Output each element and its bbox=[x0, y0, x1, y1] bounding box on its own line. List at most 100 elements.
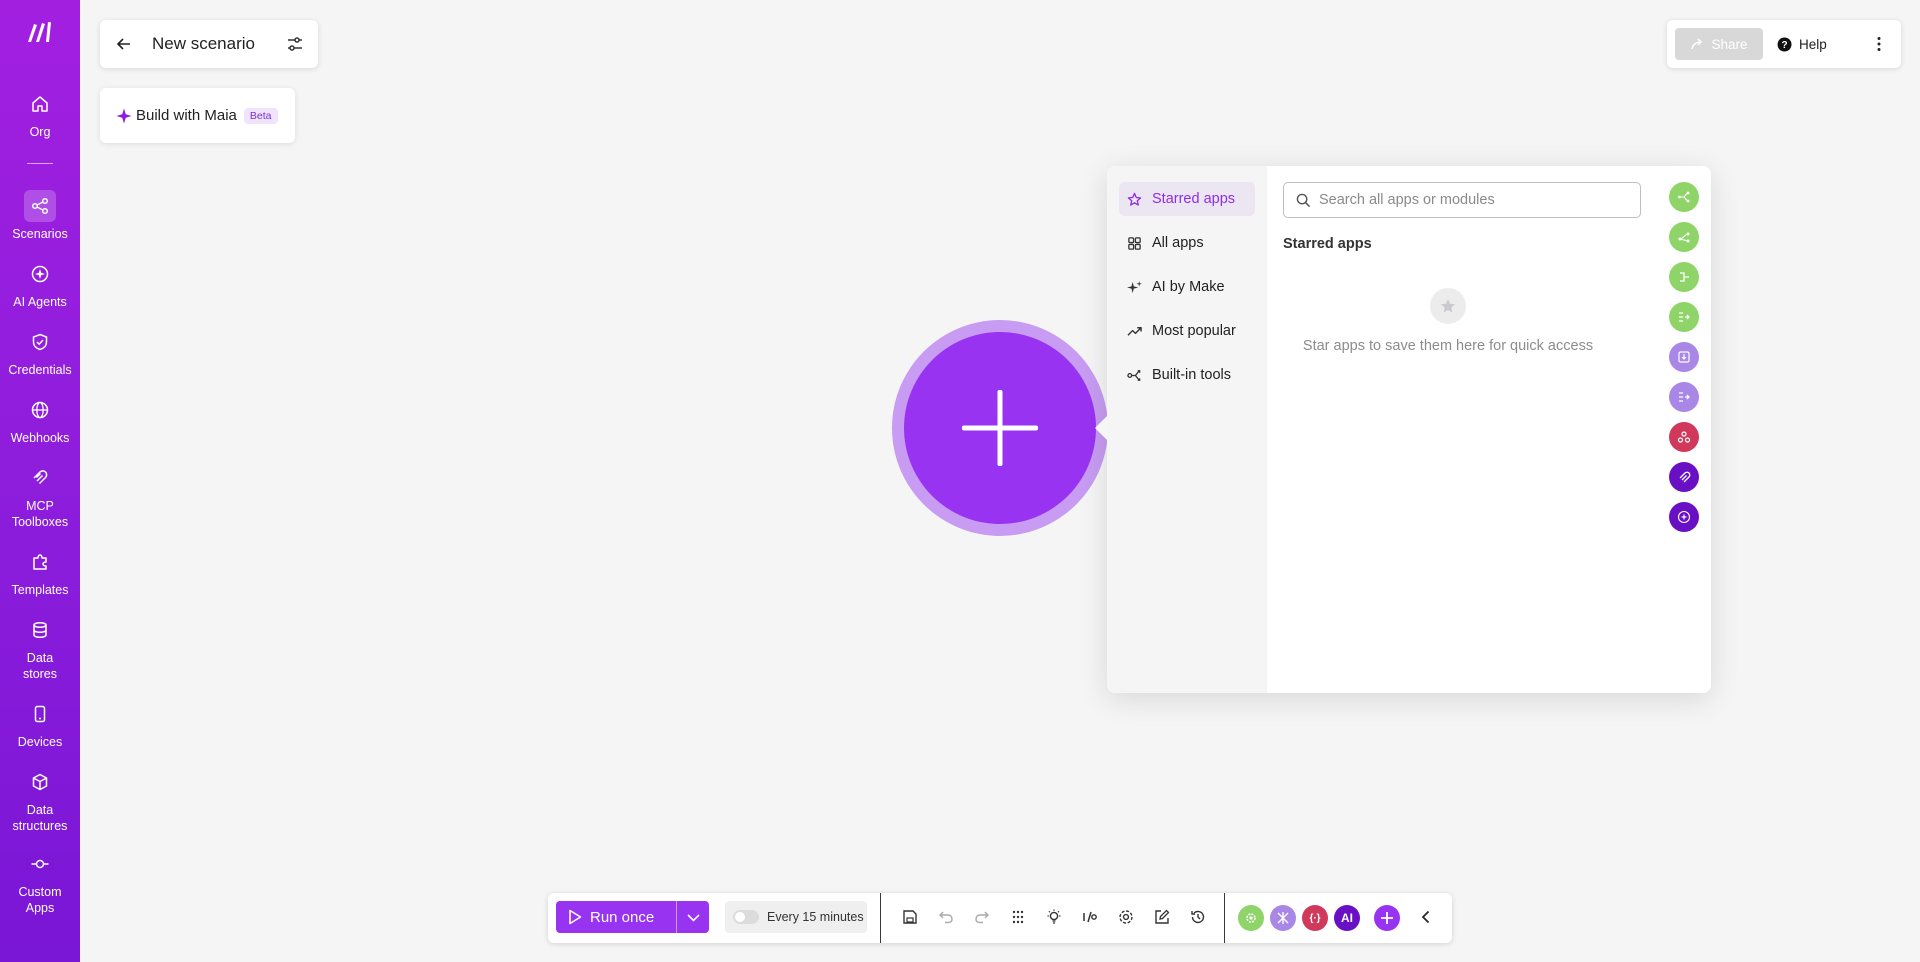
sidebar-item-scenarios[interactable]: Scenarios bbox=[0, 190, 80, 242]
history-button[interactable] bbox=[1187, 906, 1209, 928]
sidebar-item-label: Webhooks bbox=[10, 431, 70, 445]
share-button[interactable]: Share bbox=[1675, 28, 1763, 60]
tool-flow-control[interactable] bbox=[1669, 222, 1699, 252]
tool-text-parser[interactable] bbox=[1669, 382, 1699, 412]
phone-icon bbox=[24, 698, 56, 730]
notes-button[interactable] bbox=[1151, 906, 1173, 928]
tool-router[interactable] bbox=[1669, 182, 1699, 212]
app-category-list: Starred apps All apps AI by Make Most po… bbox=[1107, 166, 1267, 693]
trend-icon bbox=[1127, 326, 1142, 336]
category-ai-by-make[interactable]: AI by Make bbox=[1119, 270, 1255, 304]
sidebar-item-label: Org bbox=[29, 125, 51, 139]
app-search-input[interactable] bbox=[1319, 192, 1619, 208]
quick-app-json[interactable]: {·} bbox=[1302, 905, 1328, 931]
toolbar-divider bbox=[1224, 893, 1225, 943]
undo-icon bbox=[939, 911, 953, 924]
align-button[interactable] bbox=[1007, 906, 1029, 928]
bottom-toolbar: Run once Every 15 minutes {·} AI bbox=[548, 893, 1452, 943]
sidebar-item-label: Templates bbox=[11, 583, 69, 597]
sidebar-item-mcp-toolboxes[interactable]: MCP Toolboxes bbox=[0, 462, 80, 530]
category-label: Most popular bbox=[1152, 323, 1236, 339]
parser-icon bbox=[1679, 392, 1690, 402]
cube-icon bbox=[24, 766, 56, 798]
sidebar-item-label: Scenarios bbox=[12, 227, 68, 241]
tool-aggregator[interactable] bbox=[1669, 262, 1699, 292]
sidebar-item-custom-apps[interactable]: Custom Apps bbox=[0, 848, 80, 916]
undo-button[interactable] bbox=[935, 906, 957, 928]
sidebar-item-devices[interactable]: Devices bbox=[0, 698, 80, 750]
category-label: Built-in tools bbox=[1152, 367, 1231, 383]
help-label: Help bbox=[1799, 36, 1827, 52]
database-icon bbox=[24, 614, 56, 646]
sliders-icon[interactable] bbox=[286, 35, 304, 53]
category-starred-apps[interactable]: Starred apps bbox=[1119, 182, 1255, 216]
empty-state-text: Star apps to save them here for quick ac… bbox=[1302, 338, 1594, 354]
sidebar-item-ai-agents[interactable]: AI Agents bbox=[0, 258, 80, 310]
beta-badge: Beta bbox=[243, 107, 278, 124]
play-icon bbox=[569, 909, 582, 925]
scenario-title[interactable]: New scenario bbox=[152, 34, 286, 54]
app-search-field[interactable] bbox=[1283, 182, 1641, 218]
tool-mcp[interactable] bbox=[1669, 462, 1699, 492]
sidebar-item-org[interactable]: Org bbox=[0, 88, 80, 140]
add-module-button[interactable] bbox=[904, 332, 1096, 524]
build-with-maia-button[interactable]: Build with Maia Beta bbox=[100, 88, 295, 143]
tool-json[interactable] bbox=[1669, 342, 1699, 372]
schedule-switch[interactable] bbox=[733, 910, 759, 924]
help-icon: ? bbox=[1777, 37, 1792, 51]
sparkles-icon bbox=[1127, 280, 1142, 293]
more-options-icon[interactable] bbox=[1871, 35, 1887, 53]
explain-flow-button[interactable] bbox=[1043, 906, 1065, 928]
sidebar-item-credentials[interactable]: Credentials bbox=[0, 326, 80, 378]
schedule-label: Every 15 minutes bbox=[767, 910, 864, 924]
tool-webhooks[interactable] bbox=[1669, 422, 1699, 452]
run-options-dropdown[interactable] bbox=[676, 901, 709, 933]
add-favorite-button[interactable] bbox=[1374, 905, 1400, 931]
puzzle-icon bbox=[24, 546, 56, 578]
quick-app-ai[interactable]: AI bbox=[1334, 905, 1360, 931]
plus-icon bbox=[1381, 912, 1393, 924]
chevron-down-icon bbox=[687, 914, 700, 922]
sidebar-divider bbox=[27, 163, 53, 164]
scenario-settings-button[interactable] bbox=[1115, 906, 1137, 928]
top-right-actions: Share ? Help bbox=[1667, 20, 1901, 68]
tool-ai-agent[interactable] bbox=[1669, 502, 1699, 532]
share-label: Share bbox=[1711, 36, 1748, 52]
app-picker-panel: Starred apps All apps AI by Make Most po… bbox=[1107, 166, 1711, 693]
run-once-button[interactable]: Run once bbox=[556, 901, 676, 933]
ai-agent-tool-icon bbox=[1677, 510, 1691, 524]
quick-app-tools[interactable] bbox=[1238, 905, 1264, 931]
back-arrow-icon[interactable] bbox=[114, 34, 134, 54]
tools-icon bbox=[1127, 369, 1141, 381]
category-most-popular[interactable]: Most popular bbox=[1119, 314, 1255, 348]
quick-app-flow-tools[interactable] bbox=[1270, 905, 1296, 931]
svg-text:?: ? bbox=[1781, 40, 1787, 51]
shield-check-icon bbox=[24, 326, 56, 358]
sidebar-item-label: Data stores bbox=[22, 651, 58, 681]
tool-iterator[interactable] bbox=[1669, 302, 1699, 332]
star-icon bbox=[1441, 299, 1455, 313]
commit-icon bbox=[24, 848, 56, 880]
io-toggle-button[interactable] bbox=[1079, 906, 1101, 928]
sidebar-item-webhooks[interactable]: Webhooks bbox=[0, 394, 80, 446]
globe-icon bbox=[24, 394, 56, 426]
save-icon bbox=[903, 910, 917, 924]
sidebar-item-label: Custom Apps bbox=[18, 885, 62, 915]
json-label: {·} bbox=[1309, 912, 1321, 924]
iterator-icon bbox=[1679, 312, 1690, 322]
help-button[interactable]: ? Help bbox=[1777, 37, 1827, 52]
category-all-apps[interactable]: All apps bbox=[1119, 226, 1255, 260]
save-button[interactable] bbox=[899, 906, 921, 928]
sidebar-item-label: Data structures bbox=[12, 803, 68, 833]
history-icon bbox=[1191, 910, 1205, 924]
gear-icon bbox=[1246, 913, 1256, 923]
redo-button[interactable] bbox=[971, 906, 993, 928]
sidebar-item-templates[interactable]: Templates bbox=[0, 546, 80, 598]
make-logo-icon[interactable] bbox=[25, 20, 55, 44]
category-built-in-tools[interactable]: Built-in tools bbox=[1119, 358, 1255, 392]
collapse-toolbar-button[interactable] bbox=[1415, 906, 1437, 928]
maia-label: Build with Maia bbox=[136, 107, 237, 124]
schedule-toggle[interactable]: Every 15 minutes bbox=[725, 901, 867, 933]
sidebar-item-data-stores[interactable]: Data stores bbox=[0, 614, 80, 682]
sidebar-item-data-structures[interactable]: Data structures bbox=[0, 766, 80, 834]
